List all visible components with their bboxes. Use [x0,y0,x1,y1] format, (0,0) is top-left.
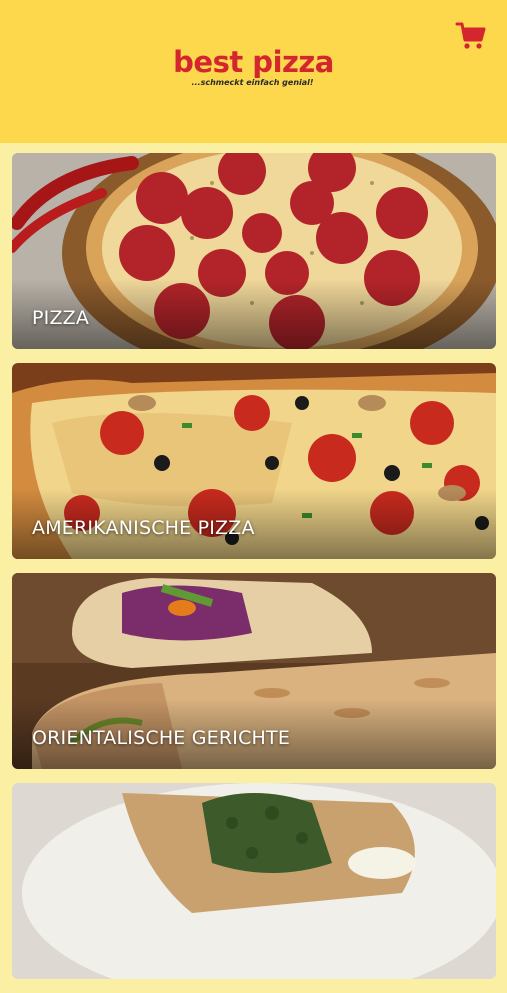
wrap-plate-image [12,783,496,979]
category-list: PIZZA AMERIKANISCHE PIZZA ORIENTALISCHE … [12,153,496,993]
category-label: PIZZA [32,307,90,329]
brand-logo[interactable]: best pizza ...schmeckt einfach genial! [0,46,507,87]
category-label: AMERIKANISCHE PIZZA [32,517,255,539]
app-header: best pizza ...schmeckt einfach genial! [0,0,507,143]
category-card-pizza[interactable]: PIZZA [12,153,496,349]
category-label: ORIENTALISCHE GERICHTE [32,727,291,749]
category-card-oriental-dishes[interactable]: ORIENTALISCHE GERICHTE [12,573,496,769]
brand-name: best pizza [173,45,334,79]
category-card-4[interactable] [12,783,496,979]
brand-tagline: ...schmeckt einfach genial! [191,78,314,87]
shopping-cart-icon[interactable] [455,20,487,52]
category-card-american-pizza[interactable]: AMERIKANISCHE PIZZA [12,363,496,559]
